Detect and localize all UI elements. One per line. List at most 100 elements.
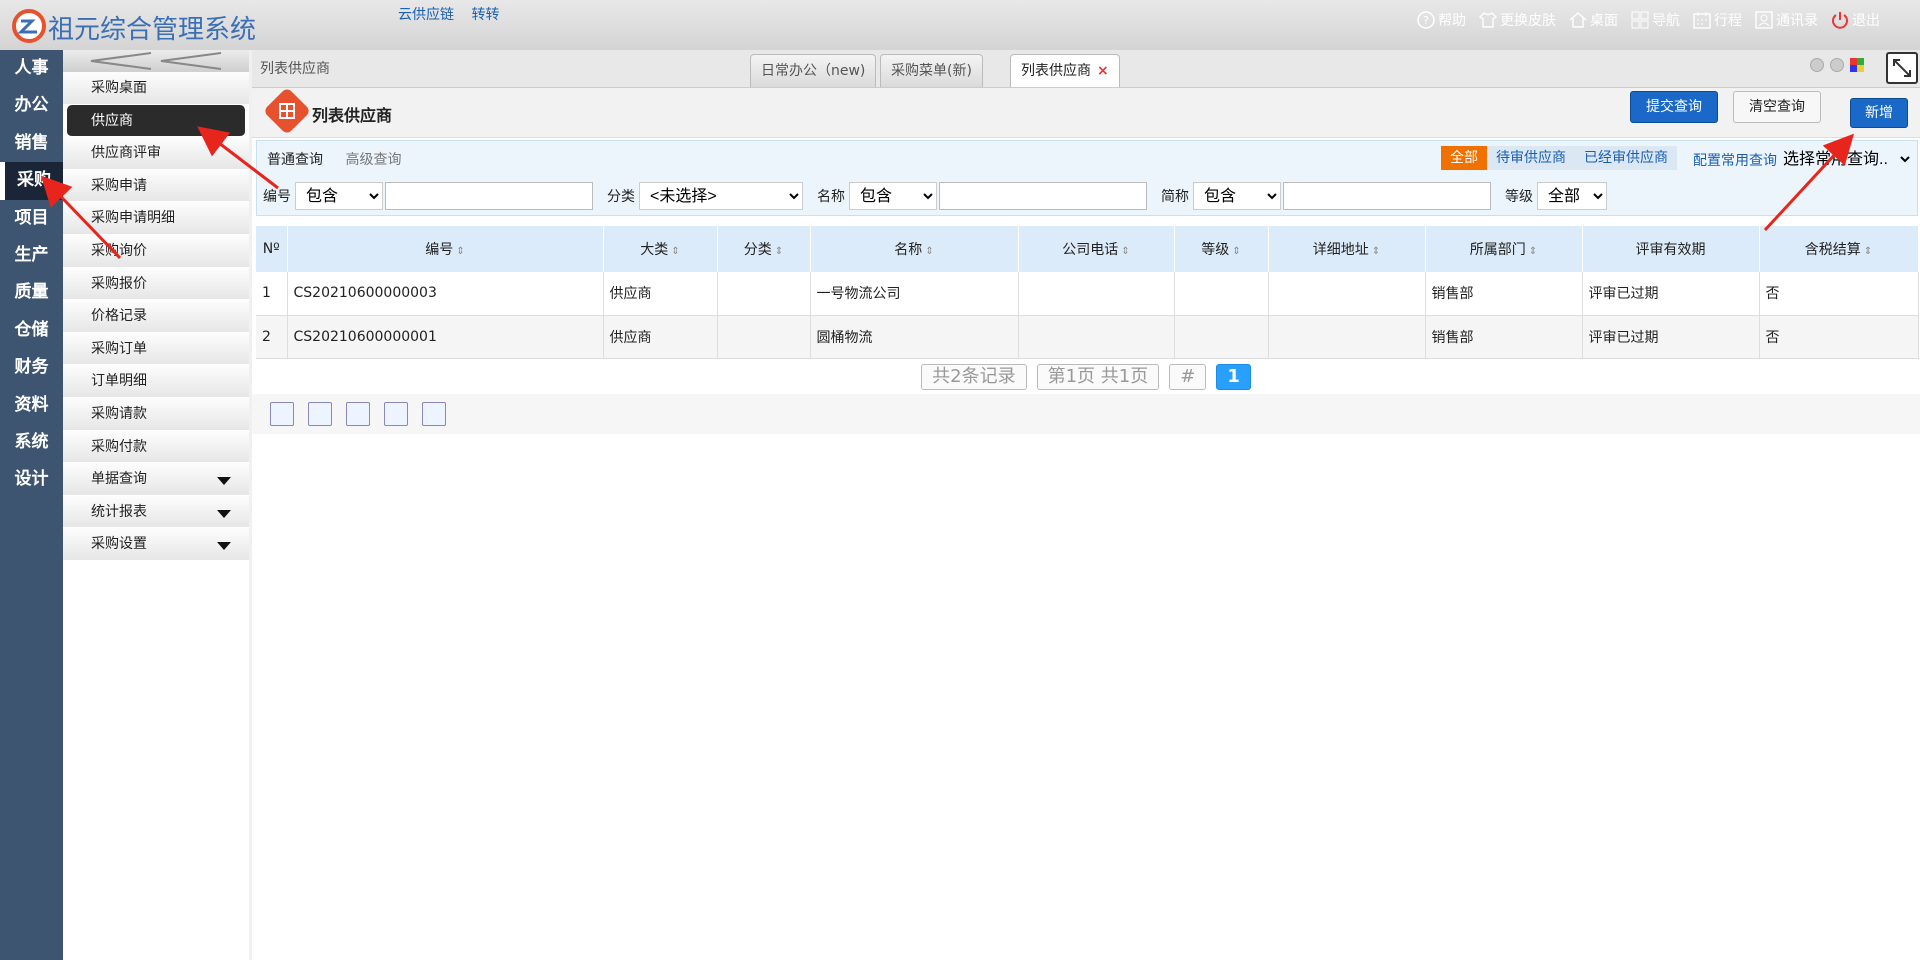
submenu-item-request-detail[interactable]: 采购申请明细 [63,202,249,235]
cell-department: 销售部 [1425,272,1583,316]
export-icon[interactable] [422,402,446,426]
col-department[interactable]: 所属部门 ⇕ [1425,226,1583,272]
module-warehouse[interactable]: 仓储 [0,312,63,349]
collapse-menu-button[interactable] [63,50,249,72]
close-icon[interactable]: × [1097,63,1109,79]
tab-basic-query[interactable]: 普通查询 [267,152,323,168]
page-button-current[interactable]: 1 [1216,364,1251,390]
col-tax-settlement[interactable]: 含税结算 ⇕ [1759,226,1919,272]
module-data[interactable]: 资料 [0,387,63,424]
module-purchase[interactable]: 采购 [0,162,63,200]
tab-advanced-query[interactable]: 高级查询 [345,152,401,168]
tab-tools [1810,58,1864,72]
color-grid-icon[interactable] [1850,58,1864,72]
submenu-item-reports[interactable]: 统计报表 [63,495,249,529]
short-name-op-select[interactable]: 包含 [1193,182,1281,210]
module-finance[interactable]: 财务 [0,349,63,386]
sort-icon: ⇕ [1368,246,1381,257]
name-op-select[interactable]: 包含 [849,182,937,210]
module-office[interactable]: 办公 [0,87,63,124]
filter-pending[interactable]: 待审供应商 [1487,146,1575,170]
submenu-item-document-query[interactable]: 单据查询 [63,463,249,496]
col-category[interactable]: 分类 ⇕ [717,226,811,272]
cell-review-validity: 评审已过期 [1582,315,1760,359]
cell-code: CS20210600000001 [287,315,604,359]
query-tabs: 普通查询 高级查询 [267,149,419,169]
common-query-select[interactable]: 选择常用查询.. [1779,146,1913,172]
table-icon[interactable] [346,402,370,426]
submit-query-button[interactable]: 提交查询 [1630,91,1718,123]
col-address[interactable]: 详细地址 ⇕ [1268,226,1426,272]
grid-toolbar [252,394,1920,434]
tab-prev-icon[interactable] [1810,58,1824,72]
submenu-item-payment-request[interactable]: 采购请款 [63,397,249,431]
top-link-cloud-supply[interactable]: 云供应链 [398,7,454,23]
field-level: 等级 全部 [1505,182,1607,210]
module-sales[interactable]: 销售 [0,125,63,162]
help-button[interactable]: ? 帮助 [1416,10,1466,30]
table-row[interactable]: 1 CS20210600000003 供应商 一号物流公司 销售部 评审已过期 … [256,272,1919,316]
submenu-item-inquiry[interactable]: 采购询价 [63,234,249,268]
code-op-select[interactable]: 包含 [295,182,383,210]
submenu-item-purchase-request[interactable]: 采购申请 [63,169,249,203]
navigation-button[interactable]: 导航 [1630,10,1680,30]
col-code[interactable]: 编号 ⇕ [287,226,604,272]
add-button[interactable]: 新增 [1850,98,1908,128]
sort-icon: ⇕ [922,246,934,257]
clear-query-button[interactable]: 清空查询 [1733,91,1821,123]
col-name[interactable]: 名称 ⇕ [810,226,1019,272]
submenu-item-quotation[interactable]: 采购报价 [63,267,249,301]
schedule-button[interactable]: 行程 [1692,10,1742,30]
module-design[interactable]: 设计 [0,461,63,498]
top-link-zhuanzhuan[interactable]: 转转 [471,7,499,23]
tab-purchase-menu[interactable]: 采购菜单(新) [880,54,983,87]
reports-label: 统计报表 [91,503,147,520]
table-header-row: Nº 编号 ⇕ 大类 ⇕ 分类 ⇕ 名称 ⇕ 公司电话 ⇕ 等级 ⇕ 详细地址 … [256,226,1919,272]
submenu-item-order-detail[interactable]: 订单明细 [63,365,249,398]
edit-icon[interactable] [384,402,408,426]
logout-button[interactable]: 退出 [1830,10,1880,30]
col-level[interactable]: 等级 ⇕ [1174,226,1269,272]
module-system[interactable]: 系统 [0,424,63,461]
record-count: 共2条记录 [921,364,1027,390]
col-phone[interactable]: 公司电话 ⇕ [1018,226,1175,272]
category-select[interactable]: <未选择> [639,182,803,210]
name-label: 名称 [817,189,845,205]
cell-category [717,272,811,316]
tab-supplier-list[interactable]: 列表供应商 × [1010,54,1120,87]
short-name-input[interactable] [1283,182,1491,210]
module-hr[interactable]: 人事 [0,50,63,87]
submenu-item-purchase-desk[interactable]: 采购桌面 [63,72,249,105]
level-select[interactable]: 全部 [1537,182,1607,210]
filter-reviewed[interactable]: 已经审供应商 [1575,146,1677,170]
name-input[interactable] [939,182,1147,210]
table-row[interactable]: 2 CS20210600000001 供应商 圆桶物流 销售部 评审已过期 否 [256,315,1919,359]
fullscreen-button[interactable] [1886,52,1918,84]
contacts-button[interactable]: 通讯录 [1754,10,1818,30]
desktop-button[interactable]: 桌面 [1568,10,1618,30]
tshirt-icon [1478,12,1498,28]
module-production[interactable]: 生产 [0,237,63,274]
top-links: 云供应链 转转 [398,4,512,24]
col-department-label: 所属部门 [1469,242,1526,258]
submenu-item-settings[interactable]: 采购设置 [63,528,249,561]
submenu-item-supplier-review[interactable]: 供应商评审 [63,137,249,170]
config-query-link[interactable]: 配置常用查询 [1693,150,1777,170]
document-icon[interactable] [308,402,332,426]
submenu-item-price-record[interactable]: 价格记录 [63,300,249,333]
change-skin-button[interactable]: 更换皮肤 [1478,10,1556,30]
submenu-item-supplier[interactable]: 供应商 [67,104,245,138]
filter-all[interactable]: 全部 [1441,146,1487,170]
tab-next-icon[interactable] [1830,58,1844,72]
page-jump-button[interactable]: # [1169,364,1207,390]
tab-daily-office[interactable]: 日常办公（new) [750,54,877,87]
submenu-item-purchase-order[interactable]: 采购订单 [63,332,249,366]
submenu-item-payment[interactable]: 采购付款 [63,430,249,464]
col-phone-label: 公司电话 [1062,242,1119,258]
module-quality[interactable]: 质量 [0,274,63,311]
select-all-icon[interactable] [270,402,294,426]
code-input[interactable] [385,182,593,210]
module-project[interactable]: 项目 [0,200,63,237]
col-type[interactable]: 大类 ⇕ [603,226,718,272]
col-code-label: 编号 [425,242,454,258]
